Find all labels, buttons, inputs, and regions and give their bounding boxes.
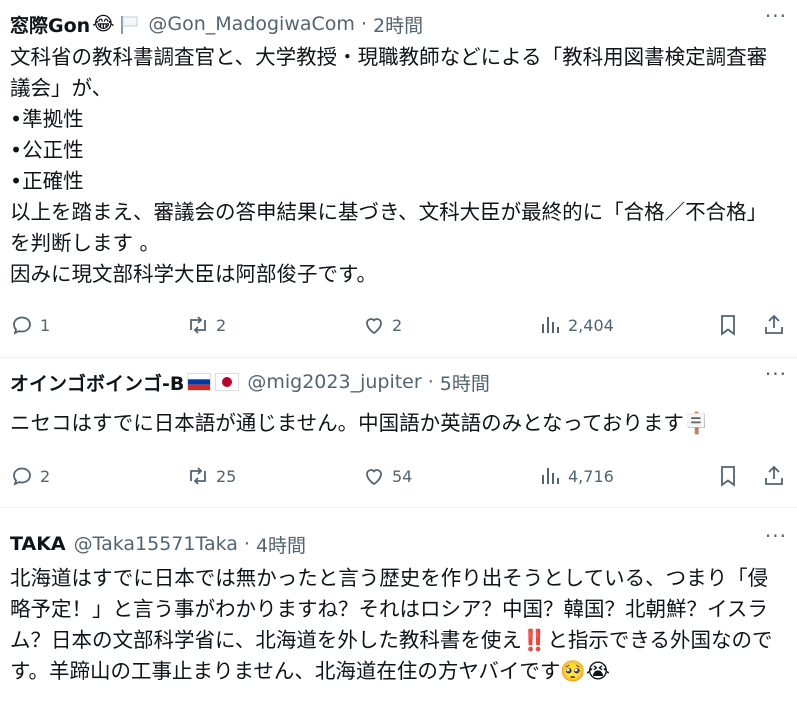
tweet-text: ニセコはすでに日本語が通じません。中国語か英語のみとなっております🪧 xyxy=(10,411,710,435)
separator: · xyxy=(360,13,367,35)
white-flag-icon xyxy=(118,15,140,34)
retweet-icon xyxy=(190,316,206,334)
separator: · xyxy=(427,371,434,393)
reply-count: 1 xyxy=(40,315,51,335)
reply-icon xyxy=(13,467,31,486)
tweet[interactable]: TAKA @Taka15571Taka · 4時間 ··· 北海道はすでに日本で… xyxy=(0,508,797,726)
heart-icon xyxy=(366,469,382,486)
timestamp[interactable]: 2時間 xyxy=(373,11,423,38)
japan-flag-icon xyxy=(215,373,240,391)
tweet-text: 文科省の教科書調査官と、大学教授・現職教師などによる「教科用図書検定調査審議会」… xyxy=(10,45,768,286)
share-icon xyxy=(765,314,783,334)
action-bar: 1 2 2 2,404 xyxy=(10,310,787,340)
separator: · xyxy=(243,533,250,555)
tweet-header: 窓際Gon 😂 @Gon_MadogiwaCom · 2時間 xyxy=(10,10,787,38)
russia-flag-icon xyxy=(187,373,212,391)
retweet-count: 25 xyxy=(216,466,237,486)
like-count: 2 xyxy=(392,315,403,335)
like-count: 54 xyxy=(392,466,413,486)
retweet-count: 2 xyxy=(216,315,227,335)
reply-count: 2 xyxy=(40,466,51,486)
like-button[interactable]: 2 xyxy=(362,310,402,340)
retweet-button[interactable]: 25 xyxy=(186,461,236,491)
share-button[interactable] xyxy=(762,310,786,340)
view-count: 2,404 xyxy=(568,315,614,335)
author-name[interactable]: オインゴボインゴ-B xyxy=(10,369,184,396)
bookmark-icon xyxy=(721,315,735,336)
tweet-text: 北海道はすでに日本では無かったと言う歴史を作り出そうとしている、つまり「侵略予定… xyxy=(10,566,773,683)
author-handle[interactable]: @mig2023_jupiter xyxy=(247,371,421,393)
bookmark-button[interactable] xyxy=(716,310,740,340)
more-options-icon[interactable]: ··· xyxy=(765,524,787,548)
action-bar: 2 25 54 4,716 xyxy=(10,461,787,491)
views-icon xyxy=(542,468,559,484)
views-button[interactable]: 2,404 xyxy=(538,310,614,340)
views-icon xyxy=(542,317,559,333)
tweet[interactable]: 窓際Gon 😂 @Gon_MadogiwaCom · 2時間 ··· 文科省の教… xyxy=(0,0,797,358)
share-button[interactable] xyxy=(762,461,786,491)
like-button[interactable]: 54 xyxy=(362,461,412,491)
more-options-icon[interactable]: ··· xyxy=(765,362,787,386)
tweet-header: オインゴボインゴ-B @mig2023_jupiter · 5時間 xyxy=(10,368,787,396)
reply-button[interactable]: 2 xyxy=(10,461,50,491)
author-name[interactable]: 窓際Gon xyxy=(10,11,90,38)
views-button[interactable]: 4,716 xyxy=(538,461,614,491)
timestamp[interactable]: 4時間 xyxy=(256,531,306,558)
author-handle[interactable]: @Taka15571Taka xyxy=(74,533,238,555)
view-count: 4,716 xyxy=(568,466,614,486)
tweet[interactable]: オインゴボインゴ-B @mig2023_jupiter · 5時間 ··· ニセ… xyxy=(0,358,797,508)
reply-button[interactable]: 1 xyxy=(10,310,50,340)
retweet-icon xyxy=(190,467,206,485)
tweet-header: TAKA @Taka15571Taka · 4時間 xyxy=(10,530,787,558)
share-icon xyxy=(765,465,783,485)
author-handle[interactable]: @Gon_MadogiwaCom xyxy=(148,13,355,35)
bookmark-button[interactable] xyxy=(716,461,740,491)
retweet-button[interactable]: 2 xyxy=(186,310,226,340)
heart-icon xyxy=(366,318,382,335)
author-name[interactable]: TAKA xyxy=(10,533,66,555)
laughing-emoji-icon: 😂 xyxy=(92,13,115,35)
timestamp[interactable]: 5時間 xyxy=(440,369,490,396)
bookmark-icon xyxy=(721,466,735,487)
more-options-icon[interactable]: ··· xyxy=(765,4,787,28)
reply-icon xyxy=(13,316,31,335)
